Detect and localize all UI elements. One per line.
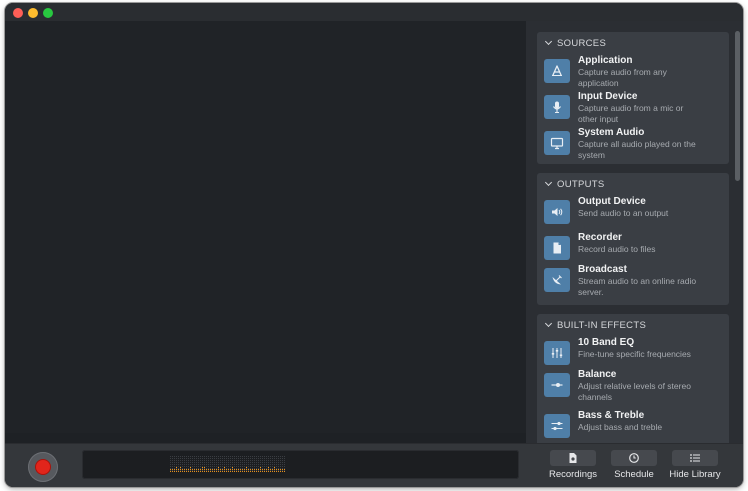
library-item-input-device[interactable]: Input Device Capture audio from a mic or… bbox=[544, 91, 724, 124]
balance-slider-icon bbox=[544, 373, 570, 397]
library-item-broadcast[interactable]: Broadcast Stream audio to an online radi… bbox=[544, 264, 724, 297]
speaker-icon bbox=[544, 200, 570, 224]
item-name: Output Device bbox=[578, 196, 646, 207]
item-name: Broadcast bbox=[578, 264, 627, 275]
item-name: 10 Band EQ bbox=[578, 337, 635, 348]
item-description: Capture audio from a mic or other input bbox=[578, 103, 684, 124]
item-name: Application bbox=[578, 55, 633, 66]
library-item-10-band-eq[interactable]: 10 Band EQ Fine-tune specific frequencie… bbox=[544, 337, 724, 369]
monitor-icon bbox=[544, 131, 570, 155]
recordings-icon bbox=[569, 453, 577, 463]
sidebar-scrollbar[interactable] bbox=[735, 31, 740, 181]
file-icon bbox=[544, 236, 570, 260]
library-item-balance[interactable]: Balance Adjust relative levels of stereo… bbox=[544, 369, 724, 402]
bottom-toolbar: Recordings Schedule Hide Library bbox=[5, 443, 743, 487]
item-name: System Audio bbox=[578, 127, 645, 138]
satellite-dish-icon bbox=[544, 268, 570, 292]
hide-library-label: Hide Library bbox=[669, 469, 721, 480]
minimize-window-button[interactable] bbox=[28, 8, 38, 18]
recordings-icon-frame bbox=[550, 450, 596, 466]
library-item-application[interactable]: Application Capture audio from any appli… bbox=[544, 55, 724, 88]
section-sources: SOURCES Application Capture audio from a… bbox=[537, 32, 729, 164]
bass-treble-icon bbox=[544, 414, 570, 438]
microphone-icon bbox=[544, 95, 570, 119]
chevron-down-icon bbox=[545, 321, 553, 329]
section-outputs: OUTPUTS Output Device Send audio to an o… bbox=[537, 173, 729, 305]
clock-icon bbox=[629, 453, 639, 463]
section-built-in-effects: BUILT-IN EFFECTS 10 Band EQ Fine-tune sp… bbox=[537, 314, 729, 449]
item-name: Bass & Treble bbox=[578, 410, 645, 421]
hide-library-button[interactable]: Hide Library bbox=[667, 450, 723, 482]
item-description: Capture all audio played on the system bbox=[578, 139, 696, 160]
record-icon bbox=[36, 460, 50, 474]
pipeline-canvas[interactable] bbox=[5, 21, 526, 433]
app-store-icon bbox=[544, 59, 570, 83]
section-title: OUTPUTS bbox=[557, 178, 605, 190]
item-name: Recorder bbox=[578, 232, 622, 243]
zoom-window-button[interactable] bbox=[43, 8, 53, 18]
item-description: Send audio to an output bbox=[578, 208, 669, 218]
section-title: SOURCES bbox=[557, 37, 607, 49]
list-icon bbox=[690, 454, 700, 462]
item-description: Fine-tune specific frequencies bbox=[578, 349, 691, 359]
item-description: Record audio to files bbox=[578, 244, 656, 254]
section-header-outputs[interactable]: OUTPUTS bbox=[545, 178, 605, 190]
section-header-built-in-effects[interactable]: BUILT-IN EFFECTS bbox=[545, 319, 646, 331]
library-item-output-device[interactable]: Output Device Send audio to an output bbox=[544, 196, 724, 228]
item-description: Adjust bass and treble bbox=[578, 422, 663, 432]
hide-library-icon-frame bbox=[672, 450, 718, 466]
section-header-sources[interactable]: SOURCES bbox=[545, 37, 606, 49]
chevron-down-icon bbox=[545, 180, 553, 188]
recordings-label: Recordings bbox=[548, 469, 598, 480]
library-item-bass-treble[interactable]: Bass & Treble Adjust bass and treble bbox=[544, 410, 724, 442]
schedule-icon-frame bbox=[611, 450, 657, 466]
item-description: Adjust relative levels of stereo channel… bbox=[578, 381, 691, 402]
library-item-system-audio[interactable]: System Audio Capture all audio played on… bbox=[544, 127, 724, 160]
close-window-button[interactable] bbox=[13, 8, 23, 18]
recordings-button[interactable]: Recordings bbox=[548, 450, 598, 482]
schedule-button[interactable]: Schedule bbox=[609, 450, 659, 482]
item-description: Capture audio from any application bbox=[578, 67, 667, 88]
item-name: Input Device bbox=[578, 91, 638, 102]
library-sidebar: SOURCES Application Capture audio from a… bbox=[526, 21, 743, 449]
chevron-down-icon bbox=[545, 39, 553, 47]
item-description: Stream audio to an online radio server. bbox=[578, 276, 697, 297]
app-window: SOURCES Application Capture audio from a… bbox=[5, 3, 743, 487]
library-item-recorder[interactable]: Recorder Record audio to files bbox=[544, 232, 724, 264]
title-bar bbox=[5, 3, 743, 21]
section-title: BUILT-IN EFFECTS bbox=[557, 319, 647, 331]
schedule-label: Schedule bbox=[614, 469, 654, 480]
level-meter-graphic bbox=[170, 456, 285, 472]
item-name: Balance bbox=[578, 369, 617, 380]
equalizer-icon bbox=[544, 341, 570, 365]
record-button[interactable] bbox=[28, 452, 58, 482]
audio-level-meter bbox=[82, 450, 519, 479]
